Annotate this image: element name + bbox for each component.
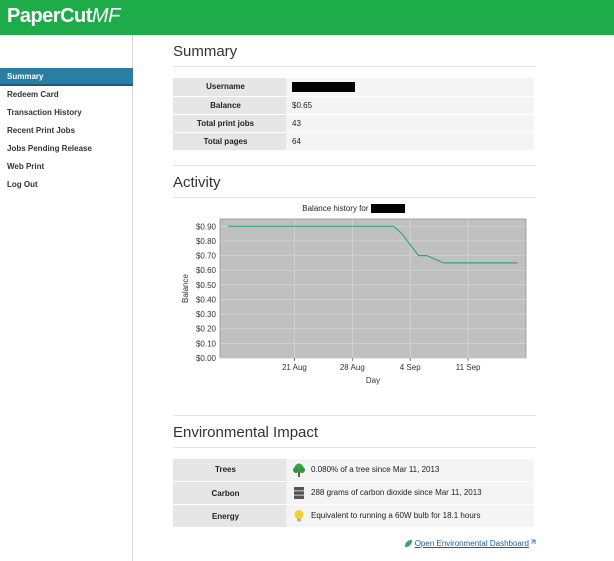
leaf-icon	[404, 540, 412, 548]
y-tick-label: $0.80	[196, 236, 217, 245]
y-tick-label: $0.50	[196, 280, 217, 289]
nav-log-out[interactable]: Log Out	[0, 176, 133, 194]
summary-row-total-print-jobs: Total print jobs 43	[173, 114, 534, 133]
top-bar: PaperCutMF	[0, 0, 614, 35]
environment-table: Trees 0.080% of a tree since Mar 11, 201…	[173, 458, 534, 528]
env-value: 0.080% of a tree since Mar 11, 2013	[286, 458, 534, 482]
x-tick-label: 21 Aug	[282, 363, 307, 372]
env-row-trees: Trees 0.080% of a tree since Mar 11, 201…	[173, 458, 534, 482]
y-tick-label: $0.30	[196, 310, 217, 319]
sidebar: Summary Redeem Card Transaction History …	[0, 35, 133, 561]
env-label: Trees	[173, 458, 286, 482]
external-link-icon	[531, 539, 536, 544]
nav-transaction-history[interactable]: Transaction History	[0, 104, 133, 122]
y-tick-label: $0.90	[196, 222, 217, 231]
x-tick-label: 4 Sep	[400, 363, 421, 372]
summary-label: Balance	[173, 96, 286, 115]
tree-icon	[293, 463, 305, 477]
summary-label: Username	[173, 78, 286, 97]
summary-value	[286, 78, 534, 97]
sidebar-nav: Summary Redeem Card Transaction History …	[0, 68, 133, 194]
env-label: Carbon	[173, 481, 286, 505]
env-row-carbon: Carbon 288 grams of carbon dioxide since…	[173, 481, 534, 505]
summary-row-balance: Balance $0.65	[173, 96, 534, 115]
nav-summary[interactable]: Summary	[0, 68, 133, 86]
summary-title: Summary	[173, 35, 536, 67]
env-row-energy: Energy Equivalent to running a 60W bulb …	[173, 504, 534, 528]
nav-recent-print-jobs[interactable]: Recent Print Jobs	[0, 122, 133, 140]
summary-row-username: Username	[173, 78, 534, 97]
summary-row-total-pages: Total pages 64	[173, 132, 534, 151]
nav-redeem-card[interactable]: Redeem Card	[0, 86, 133, 104]
y-tick-label: $0.60	[196, 266, 217, 275]
x-tick-label: 11 Sep	[456, 363, 481, 372]
balance-chart: Balance history for $0.00 $0.10 $0.20 $0.30…	[173, 198, 534, 413]
nav-web-print[interactable]: Web Print	[0, 158, 133, 176]
y-tick-label: $0.70	[196, 251, 217, 260]
x-tick-label: 28 Aug	[340, 363, 365, 372]
summary-value: 43	[286, 114, 534, 133]
env-label: Energy	[173, 504, 286, 528]
chart-svg: $0.00 $0.10 $0.20 $0.30 $0.40 $0.50 $0.60 $0.70…	[181, 218, 527, 385]
summary-label: Total print jobs	[173, 114, 286, 133]
y-axis-label: Balance	[181, 273, 190, 302]
bulb-icon	[294, 510, 304, 522]
y-tick-label: $0.00	[196, 354, 217, 363]
x-axis-label: Day	[366, 376, 380, 385]
activity-title: Activity	[173, 164, 536, 198]
environment-title: Environmental Impact	[173, 414, 536, 448]
main-content: Summary Username Balance $0.65 Total pri…	[173, 35, 536, 548]
env-value: Equivalent to running a 60W bulb for 18.…	[286, 504, 534, 528]
y-tick-label: $0.10	[196, 339, 217, 348]
summary-table: Username Balance $0.65 Total print jobs …	[173, 78, 534, 151]
nav-jobs-pending-release[interactable]: Jobs Pending Release	[0, 140, 133, 158]
carbon-icon	[294, 487, 304, 499]
summary-label: Total pages	[173, 132, 286, 151]
redacted-username	[292, 81, 355, 92]
summary-value: $0.65	[286, 96, 534, 115]
y-tick-label: $0.40	[196, 295, 217, 304]
y-tick-label: $0.20	[196, 324, 217, 333]
plot-area	[219, 218, 527, 358]
summary-value: 64	[286, 132, 534, 151]
open-environmental-dashboard-link[interactable]: Open Environmental Dashboard	[404, 539, 536, 548]
papercut-logo: PaperCutMF	[7, 5, 120, 27]
env-value: 288 grams of carbon dioxide since Mar 11…	[286, 481, 534, 505]
